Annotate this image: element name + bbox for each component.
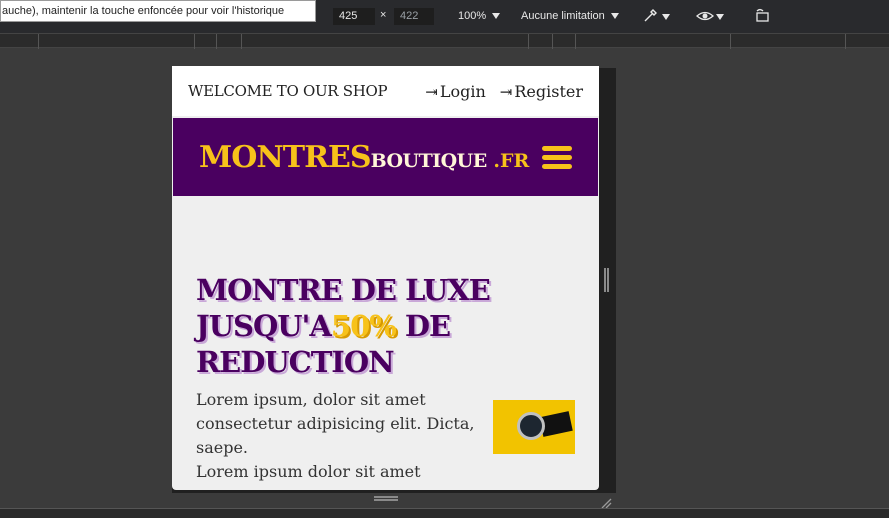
register-icon: ⇥ (499, 82, 513, 101)
headline-line-2c: DE (395, 309, 451, 343)
register-link[interactable]: ⇥ Register (500, 82, 583, 101)
register-label: Register (514, 81, 583, 101)
rotate-icon[interactable] (754, 8, 772, 28)
login-link[interactable]: ⇥ Login (425, 82, 486, 101)
headline-line-3: REDUCTION (196, 345, 395, 379)
viewport-height-input[interactable]: 422 (394, 8, 434, 25)
site-topbar: WELCOME TO OUR SHOP ⇥ Login ⇥ Register (172, 66, 599, 116)
zoom-dropdown[interactable]: 100% (458, 10, 501, 22)
chevron-down-icon[interactable] (662, 14, 670, 20)
site-logo[interactable]: MONTRESBOUTIQUE .FR (199, 140, 529, 175)
logo-main: MONTRES (199, 139, 372, 175)
resize-corner-icon[interactable] (600, 494, 612, 509)
hero-paragraph-1: Lorem ipsum, dolor sit amet consectetur … (196, 390, 475, 457)
history-tooltip: auche), maintenir la touche enfoncée pou… (0, 0, 316, 22)
headline-line-2a: JUSQU'A (196, 309, 332, 343)
chevron-down-icon (492, 13, 501, 20)
hero-section: MONTRE DE LUXE JUSQU'A50% DE REDUCTION L… (172, 196, 599, 490)
auth-links: ⇥ Login ⇥ Register (425, 82, 583, 101)
devtools-bottom-bar (0, 508, 889, 518)
watch-image (493, 400, 575, 454)
discount-highlight: 50% (330, 309, 397, 343)
hero-headline: MONTRE DE LUXE JUSQU'A50% DE REDUCTION (196, 272, 575, 380)
devtools-toolbar: auche), maintenir la touche enfoncée pou… (0, 0, 889, 33)
eye-icon[interactable] (696, 8, 714, 28)
hamburger-menu-icon[interactable] (542, 142, 572, 173)
logo-sub: BOUTIQUE (370, 149, 488, 172)
ruler-strip (0, 33, 889, 49)
hero-content: Lorem ipsum, dolor sit amet consectetur … (196, 388, 575, 490)
emulated-viewport[interactable]: WELCOME TO OUR SHOP ⇥ Login ⇥ Register MON… (172, 66, 599, 490)
resize-handle-right[interactable] (604, 268, 609, 292)
viewport-width-input[interactable]: 425 (333, 8, 375, 25)
logo-tld: .FR (486, 149, 530, 172)
throttle-dropdown[interactable]: Aucune limitation (521, 10, 619, 22)
login-icon: ⇥ (425, 82, 438, 101)
site-header: MONTRESBOUTIQUE .FR (173, 118, 598, 196)
welcome-text: WELCOME TO OUR SHOP (188, 82, 388, 100)
login-label: Login (439, 81, 486, 101)
chevron-down-icon[interactable] (716, 14, 724, 20)
eyedropper-icon[interactable] (642, 8, 658, 28)
throttle-label: Aucune limitation (521, 10, 605, 22)
dimension-separator: × (380, 9, 387, 21)
zoom-label: 100% (458, 10, 487, 22)
hero-paragraph-2: Lorem ipsum dolor sit amet consectetur (196, 462, 421, 490)
resize-handle-bottom[interactable] (374, 496, 398, 501)
headline-line-1: MONTRE DE LUXE (196, 273, 491, 307)
chevron-down-icon (610, 13, 619, 20)
